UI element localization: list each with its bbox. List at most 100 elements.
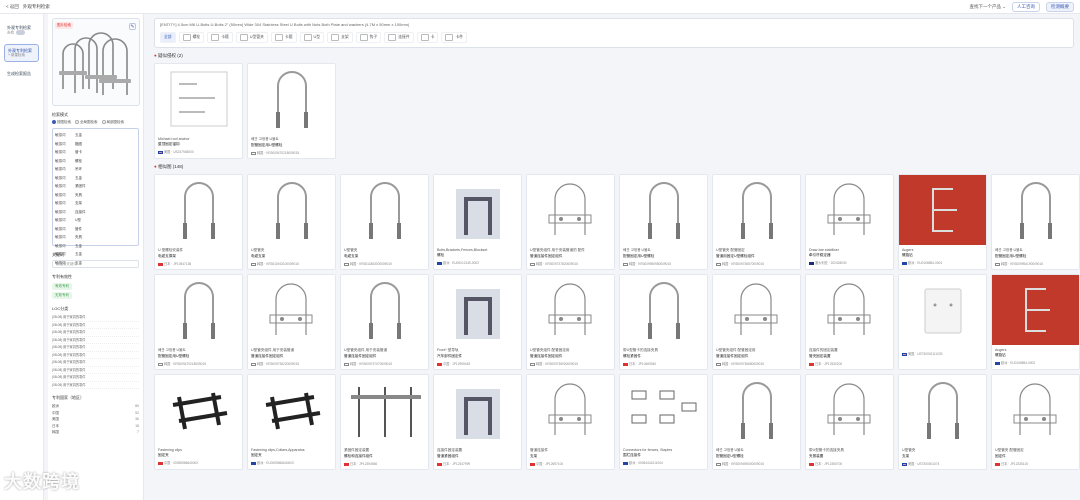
filter-chip[interactable]: U型管夹 <box>235 32 268 43</box>
result-card[interactable]: 배관 고정용 U볼트 配管固定用U型螺栓 韩国 · KR30094702180090… <box>247 63 336 159</box>
result-card[interactable]: U型管夹 电缆支架 韩国 · KR3011943100009015 <box>247 174 336 270</box>
filter-chip[interactable]: 卡 <box>416 32 439 43</box>
category-row[interactable]: 敏感词 夹具 <box>55 191 136 200</box>
filter-chip[interactable]: 卡件 <box>441 32 468 43</box>
category-row[interactable]: 敏感词 U型 <box>55 216 136 225</box>
result-image[interactable] <box>434 175 521 245</box>
filter-chip[interactable]: 连接件 <box>384 32 414 43</box>
loc-item[interactable]: (08-08) 用于家具的零件 <box>52 352 139 359</box>
category-row[interactable]: 敏感词 五金 <box>55 242 136 251</box>
result-image[interactable] <box>899 375 986 445</box>
result-card[interactable]: U型管夹 支架 美国 · US7300001074 <box>898 374 987 470</box>
result-image[interactable] <box>341 175 428 245</box>
summary-button[interactable]: 检测概要 <box>1046 1 1074 12</box>
result-image[interactable] <box>992 175 1079 245</box>
result-image[interactable] <box>341 275 428 345</box>
radio-image[interactable]: 按图检索 <box>52 120 71 125</box>
category-row[interactable]: 敏感词 支架 <box>55 199 136 208</box>
result-image[interactable] <box>341 375 428 445</box>
loc-item[interactable]: (08-08) 用于家具的零件 <box>52 374 139 382</box>
status-tag-invalid[interactable]: 无效专利 <box>52 292 72 299</box>
filter-chip[interactable]: 卡箍 <box>270 32 297 43</box>
category-row[interactable]: 敏感词 管件 <box>55 225 136 234</box>
result-image[interactable] <box>527 175 614 245</box>
consult-button[interactable]: 人工咨询 <box>1012 1 1040 12</box>
filter-chip[interactable]: 钩子 <box>355 32 382 43</box>
result-card[interactable]: U型管夹 电缆支架 韩国 · KR3011863000009015 <box>340 174 429 270</box>
category-row[interactable]: 敏感词 螺栓 <box>55 157 136 166</box>
result-card[interactable]: Bolts,Brackets,Fences,Blockset 螺栓 欧洲 · EU0… <box>433 174 522 270</box>
loc-item[interactable]: (08-08) 用于家具的零件 <box>52 329 139 337</box>
result-card[interactable]: 美国 · US730002111033 <box>898 274 987 370</box>
filter-chip[interactable]: 全部 <box>160 32 176 43</box>
filter-chip[interactable]: 支架 <box>327 32 353 43</box>
result-card[interactable]: 배관 고정용 U볼트 配管固定U型螺栓 韩国 · KR300949500000901… <box>712 374 801 470</box>
result-image[interactable] <box>434 375 521 445</box>
result-image[interactable] <box>806 175 893 245</box>
result-card[interactable]: U型管夹 配管固定 管道用固定U型螺栓组件 韩国 · KR3009736570009… <box>712 174 801 270</box>
result-image[interactable] <box>527 375 614 445</box>
result-image[interactable] <box>155 175 242 245</box>
result-card[interactable]: Front* 型导轨 汽车部件固定件 中国 · JP12990463 <box>433 274 522 370</box>
result-card[interactable]: Draw-bar stabiliser 牵引杆稳定器 澳大利亚 · 20242803… <box>805 174 894 270</box>
result-image[interactable] <box>713 375 800 445</box>
result-card[interactable]: 带U型管卡的连接夹具 夹紧装置 日本 · JP12350700 <box>805 374 894 470</box>
filter-chip[interactable]: 螺栓 <box>178 32 205 43</box>
result-card[interactable]: Fastening clips 固定夹 中国 · 00055566640002 <box>154 374 243 470</box>
result-card[interactable]: U 型螺栓安装件 电缆支撑架 日本 · JP10547138 <box>154 174 243 270</box>
country-row[interactable]: 韩国 7 <box>52 429 139 436</box>
result-image[interactable] <box>806 375 893 445</box>
result-image[interactable] <box>713 175 800 245</box>
result-image[interactable] <box>248 64 335 134</box>
nav-item-new-search[interactable]: 外观专利检索 + 新建检索 <box>4 44 39 63</box>
result-card[interactable]: Connectors for fences, Staples 围栏连接件 欧洲 · … <box>619 374 708 470</box>
result-card[interactable]: U型管夹组件 用于安装管道的 配件 管道连接件固定组件 韩国 · KR3009737… <box>526 174 615 270</box>
category-row[interactable]: 敏感词 吊环 <box>55 165 136 174</box>
result-card[interactable]: 管道连接件 支架 中国 · JP12697100 <box>526 374 615 470</box>
result-image[interactable] <box>434 275 521 345</box>
filter-chip[interactable]: U型 <box>299 32 325 43</box>
nav-item-report[interactable]: 生成检索报告 <box>4 68 39 79</box>
result-card[interactable]: Augers 螺旋钻 欧洲 · EU0108854-0001 <box>898 174 987 270</box>
loc-item[interactable]: (08-08) 用于家具的零件 <box>52 314 139 322</box>
result-image[interactable] <box>248 275 335 345</box>
filter-chip[interactable]: 卡箍 <box>207 32 233 43</box>
result-card[interactable]: 배관 고정용 U볼트 配管固定用U型螺栓 韩国 · KR30099541900090… <box>991 174 1080 270</box>
loc-item[interactable]: (08-08) 用于家具的零件 <box>52 322 139 329</box>
nav-item-design-search[interactable]: 外观专利检索 去检 <box>4 22 39 38</box>
result-card[interactable]: 带U型管卡的连接夹具 螺栓紧固件 日本 · JP10483940 <box>619 274 708 370</box>
result-card[interactable]: U型管夹组件 配管固定用 管道连接件固定组件 韩国 · KR300973692000… <box>526 274 615 370</box>
loc-item[interactable]: (08-08) 用于家具的零件 <box>52 344 139 352</box>
category-row[interactable]: 敏感词 紧固件 <box>55 182 136 191</box>
result-image[interactable] <box>992 275 1079 345</box>
result-image[interactable] <box>155 375 242 445</box>
category-row[interactable]: 敏感词 箍圈 <box>55 140 136 149</box>
category-row[interactable]: 敏感词 五金 <box>55 174 136 183</box>
category-row[interactable]: 敏感词 连接件 <box>55 208 136 217</box>
result-card[interactable]: U型管夹组件 用于安装管道 管道连接件固定组件 韩国 · KR30097362200… <box>247 274 336 370</box>
search-query[interactable]: [ENTITY] 4.5cm M6 U-Bolts U-Bolts 2" (50… <box>160 22 1068 27</box>
keyword-input[interactable]: 请搜索关键词 <box>52 260 139 268</box>
result-image[interactable] <box>899 275 986 345</box>
result-image[interactable] <box>899 175 986 245</box>
status-tag-valid[interactable]: 有效专利 <box>52 283 72 290</box>
result-image[interactable] <box>992 375 1079 445</box>
result-card[interactable]: 连接件的固定装置 管夹固定装置 日本 · JP12530200 <box>805 274 894 370</box>
radio-global[interactable]: 全局图检索 <box>75 120 98 125</box>
loc-item[interactable]: (08-08) 用于家具的零件 <box>52 359 139 367</box>
result-card[interactable]: 紧固件固定装置 螺栓和连接件组件 日本 · JP12394566 <box>340 374 429 470</box>
category-row[interactable]: 敏感词 管卡 <box>55 148 136 157</box>
back-link[interactable]: < 返回 <box>6 4 19 10</box>
search-bar[interactable]: [ENTITY] 4.5cm M6 U-Bolts U-Bolts 2" (50… <box>154 18 1074 48</box>
result-image[interactable] <box>527 275 614 345</box>
result-image[interactable] <box>620 375 707 445</box>
result-card[interactable]: 连接件固定装置 管道紧固组件 日本 · JP12347999 <box>433 374 522 470</box>
toggle-switch[interactable] <box>16 30 25 35</box>
result-card[interactable]: 배관 고정용 U볼트 配管固定用U型螺栓 韩国 · KR30099509800090… <box>619 174 708 270</box>
query-image[interactable]: 图片检索 ✎ <box>52 18 140 106</box>
result-card[interactable]: Michael roof anchor 屋顶固定锚钩 美国 · US24794800… <box>154 63 243 159</box>
loc-item[interactable]: (08-08) 用于家具的零件 <box>52 337 139 344</box>
result-card[interactable]: Fastening clips,Collars,Apparatus 固定夹 欧洲 ·… <box>247 374 336 470</box>
result-card[interactable]: U型管夹组件 用于安装管道 管道连接件固定组件 韩国 · KR30097370700… <box>340 274 429 370</box>
category-row[interactable]: 敏感词 夹具 <box>55 233 136 242</box>
